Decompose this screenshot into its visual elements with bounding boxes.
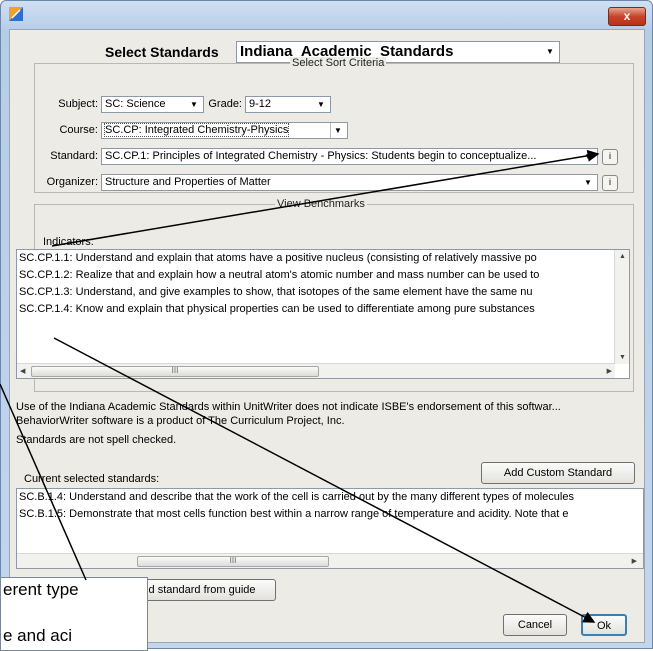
arrow-to-ok-button <box>53 337 596 623</box>
arrow-to-standard-info <box>51 149 600 247</box>
arrow-to-remove-button <box>0 383 87 581</box>
annotation-arrows <box>0 149 600 623</box>
